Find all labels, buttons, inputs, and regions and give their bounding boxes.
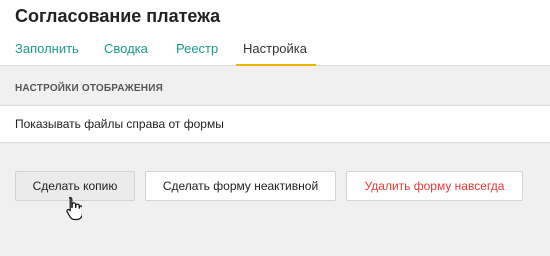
page-title: Согласование платежа [15, 6, 221, 26]
tab-registry[interactable]: Реестр [176, 41, 218, 66]
hand-pointer-icon [66, 196, 82, 221]
tab-summary[interactable]: Сводка [104, 41, 148, 66]
section-title: НАСТРОЙКИ ОТОБРАЖЕНИЯ [15, 83, 163, 94]
page-header: Согласование платежа Заполнить Сводка Ре… [0, 0, 550, 66]
delete-form-button[interactable]: Удалить форму навсегда [346, 171, 523, 201]
display-settings-header: НАСТРОЙКИ ОТОБРАЖЕНИЯ [0, 76, 550, 104]
tab-fill[interactable]: Заполнить [15, 41, 79, 66]
deactivate-form-button[interactable]: Сделать форму неактивной [145, 171, 336, 201]
show-files-right-option[interactable]: Показывать файлы справа от формы [0, 105, 550, 143]
option-label: Показывать файлы справа от формы [15, 117, 224, 131]
tab-settings[interactable]: Настройка [236, 41, 316, 66]
